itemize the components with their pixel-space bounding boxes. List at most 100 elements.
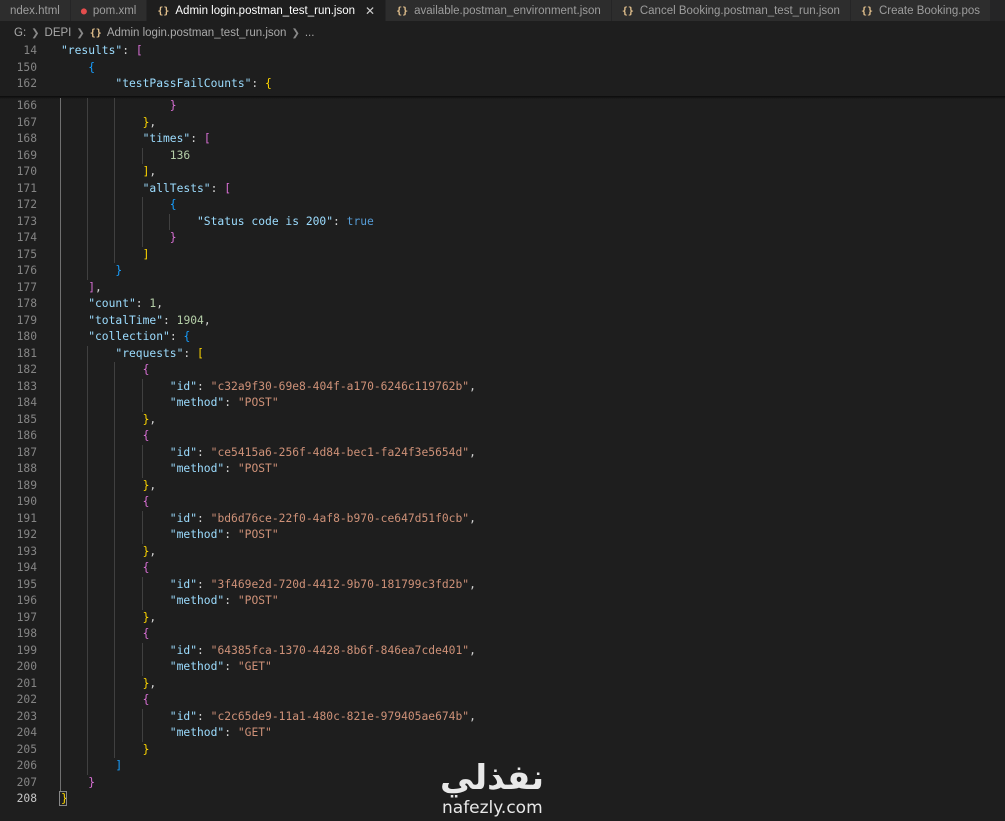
code-text: ] bbox=[115, 759, 123, 772]
tab-label: Create Booking.pos bbox=[879, 5, 981, 17]
code-line[interactable]: 186 { bbox=[0, 428, 1005, 445]
bracket-match-highlight bbox=[59, 791, 67, 806]
line-number: 180 bbox=[16, 330, 37, 343]
code-text: "results": [ bbox=[61, 44, 143, 57]
code-line[interactable]: 203 "id": "c2c65de9-11a1-480c-821e-979405… bbox=[0, 709, 1005, 726]
sticky-line[interactable]: 150 { bbox=[0, 60, 1005, 77]
xml-file-icon: ● bbox=[80, 5, 87, 17]
tab-admin-login-json[interactable]: {} Admin login.postman_test_run.json ✕ bbox=[147, 0, 387, 21]
code-line[interactable]: 188 "method": "POST" bbox=[0, 461, 1005, 478]
sticky-line[interactable]: 162 "testPassFailCounts": { bbox=[0, 76, 1005, 93]
watermark-arabic: نفذلي bbox=[440, 758, 545, 798]
code-text: "method": "POST" bbox=[169, 396, 279, 409]
code-text: "Status code is 200": true bbox=[197, 214, 374, 228]
line-number: 167 bbox=[16, 115, 37, 129]
code-line[interactable]: 202 { bbox=[0, 692, 1005, 709]
code-line[interactable]: 198 { bbox=[0, 626, 1005, 643]
breadcrumb-drive[interactable]: G: bbox=[14, 27, 26, 39]
code-line[interactable]: 193}, bbox=[0, 544, 1005, 561]
code-line[interactable]: 199 "id": "64385fca-1370-4428-8b6f-846ea7… bbox=[0, 643, 1005, 660]
code-line[interactable]: 172 { bbox=[0, 197, 1005, 214]
code-text: { bbox=[142, 429, 150, 442]
code-text: { bbox=[88, 60, 95, 74]
code-line[interactable]: 176} bbox=[0, 263, 1005, 280]
close-icon[interactable]: ✕ bbox=[365, 4, 375, 18]
code-line[interactable]: 179 "totalTime": 1904, bbox=[0, 313, 1005, 330]
code-line[interactable]: 191 "id": "bd6d76ce-22f0-4af8-b970-ce647d… bbox=[0, 511, 1005, 528]
code-text: } bbox=[169, 99, 177, 112]
code-line[interactable]: 205} bbox=[0, 742, 1005, 759]
code-line[interactable]: 200 "method": "GET" bbox=[0, 659, 1005, 676]
code-text: } bbox=[115, 264, 123, 277]
code-text: "testPassFailCounts": { bbox=[115, 77, 272, 90]
json-file-icon: {} bbox=[89, 27, 102, 39]
tab-available-env-json[interactable]: {} available.postman_environment.json bbox=[386, 0, 612, 21]
breadcrumb-file[interactable]: Admin login.postman_test_run.json bbox=[107, 27, 287, 39]
breadcrumb-more[interactable]: ... bbox=[305, 27, 315, 39]
line-number: 205 bbox=[16, 742, 37, 756]
line-number: 173 bbox=[16, 214, 37, 228]
tab-label: Cancel Booking.postman_test_run.json bbox=[639, 5, 840, 17]
breadcrumb-folder[interactable]: DEPI bbox=[45, 27, 72, 39]
chevron-right-icon: ❯ bbox=[291, 27, 300, 39]
code-text: "collection": { bbox=[88, 330, 191, 343]
code-text: }, bbox=[142, 544, 157, 558]
code-line[interactable]: 184 "method": "POST" bbox=[0, 395, 1005, 412]
line-number: 189 bbox=[16, 478, 37, 492]
code-line[interactable]: 190 { bbox=[0, 494, 1005, 511]
code-line[interactable]: 173 "Status code is 200": true bbox=[0, 214, 1005, 231]
code-line[interactable]: 180 "collection": { bbox=[0, 329, 1005, 346]
tab-create-booking-json[interactable]: {} Create Booking.pos bbox=[850, 0, 992, 21]
json-file-icon: {} bbox=[396, 5, 409, 17]
code-text: "method": "POST" bbox=[169, 462, 279, 475]
code-line[interactable]: 175] bbox=[0, 247, 1005, 264]
line-number: 162 bbox=[16, 77, 37, 90]
code-line[interactable]: 189}, bbox=[0, 478, 1005, 495]
code-line[interactable]: 171 "allTests": [ bbox=[0, 181, 1005, 198]
line-number: 182 bbox=[16, 363, 37, 376]
line-number: 203 bbox=[16, 709, 37, 723]
code-line[interactable]: 201}, bbox=[0, 676, 1005, 693]
code-line[interactable]: 197}, bbox=[0, 610, 1005, 627]
sticky-line[interactable]: 14 "results": [ bbox=[0, 43, 1005, 60]
editor-tab-bar: ndex.html ● pom.xml {} Admin login.postman… bbox=[0, 0, 1005, 22]
code-line[interactable]: 194 { bbox=[0, 560, 1005, 577]
code-line[interactable]: 183 "id": "c32a9f30-69e8-404f-a170-6246c1… bbox=[0, 379, 1005, 396]
tab-cancel-booking-json[interactable]: {} Cancel Booking.postman_test_run.json bbox=[611, 0, 851, 21]
code-line[interactable]: 167}, bbox=[0, 115, 1005, 132]
code-line[interactable]: 169 136 bbox=[0, 148, 1005, 165]
tab-label: Admin login.postman_test_run.json bbox=[175, 5, 356, 17]
tab-pom-xml[interactable]: ● pom.xml bbox=[70, 0, 148, 21]
code-line[interactable]: 170], bbox=[0, 164, 1005, 181]
breadcrumb: G: ❯ DEPI ❯ {} Admin login.postman_test_… bbox=[0, 23, 1005, 43]
code-line[interactable]: 174} bbox=[0, 230, 1005, 247]
line-number: 177 bbox=[16, 280, 37, 294]
code-line[interactable]: 182 { bbox=[0, 362, 1005, 379]
code-line[interactable]: 166} bbox=[0, 98, 1005, 115]
code-line[interactable]: 196 "method": "POST" bbox=[0, 593, 1005, 610]
code-text: } bbox=[142, 742, 150, 756]
code-line[interactable]: 204 "method": "GET" bbox=[0, 725, 1005, 742]
tab-index-html[interactable]: ndex.html bbox=[0, 0, 71, 21]
code-text: "method": "POST" bbox=[169, 528, 279, 541]
code-text: "totalTime": 1904, bbox=[88, 313, 211, 327]
line-number: 172 bbox=[16, 198, 37, 211]
code-line[interactable]: 177], bbox=[0, 280, 1005, 297]
code-line[interactable]: 187 "id": "ce5415a6-256f-4d84-bec1-fa24f3… bbox=[0, 445, 1005, 462]
code-line[interactable]: 195 "id": "3f469e2d-720d-4412-9b70-181799… bbox=[0, 577, 1005, 594]
line-number: 195 bbox=[16, 577, 37, 591]
line-number: 150 bbox=[16, 60, 37, 74]
code-line[interactable]: 192 "method": "POST" bbox=[0, 527, 1005, 544]
code-line[interactable]: 185}, bbox=[0, 412, 1005, 429]
code-line[interactable]: 168 "times": [ bbox=[0, 131, 1005, 148]
line-number: 178 bbox=[16, 297, 37, 310]
line-number: 192 bbox=[16, 528, 37, 541]
json-file-icon: {} bbox=[157, 5, 170, 17]
code-text: "id": "c32a9f30-69e8-404f-a170-6246c1197… bbox=[169, 379, 476, 393]
code-line[interactable]: 181 "requests": [ bbox=[0, 346, 1005, 363]
code-line[interactable]: 178 "count": 1, bbox=[0, 296, 1005, 313]
line-number: 175 bbox=[16, 247, 37, 261]
code-editor[interactable]: 14 "results": [150 {162 "testPassFailCounts… bbox=[0, 42, 1005, 821]
line-number: 179 bbox=[16, 313, 37, 327]
line-number: 201 bbox=[16, 676, 37, 690]
